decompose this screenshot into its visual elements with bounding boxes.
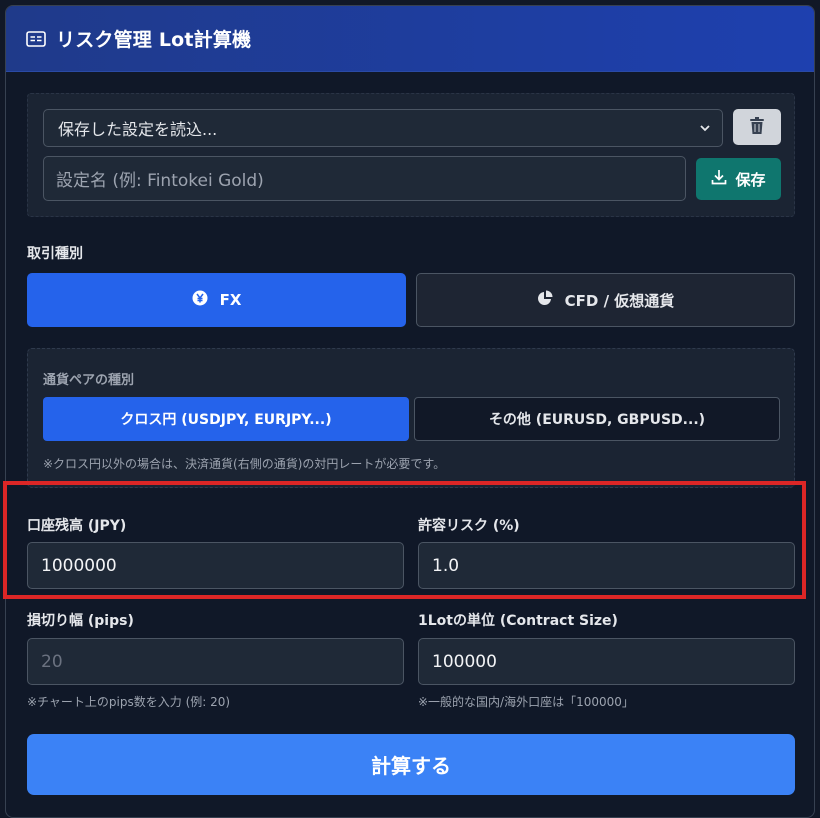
trade-type-fx-button[interactable]: FX <box>27 273 406 327</box>
pair-type-panel: 通貨ペアの種別 クロス円 (USDJPY, EURJPY...) その他 (EU… <box>27 348 795 488</box>
risk-value: 1.0 <box>432 555 460 576</box>
contract-size-value: 100000 <box>432 651 497 672</box>
contract-size-label: 1Lotの単位 (Contract Size) <box>418 613 618 629</box>
balance-value: 1000000 <box>41 555 117 576</box>
preset-name-input[interactable]: 設定名 (例: Fintokei Gold) <box>43 156 686 201</box>
trade-type-cfd-label: CFD / 仮想通貨 <box>564 291 675 310</box>
trade-type-label: 取引種別 <box>27 246 83 262</box>
stop-loss-placeholder: 20 <box>41 651 63 672</box>
risk-label: 許容リスク (%) <box>418 518 520 534</box>
pair-type-label: 通貨ペアの種別 <box>43 373 135 388</box>
stop-loss-input[interactable]: 20 <box>27 638 404 685</box>
download-icon <box>711 169 727 189</box>
save-preset-button[interactable]: 保存 <box>696 158 781 200</box>
contract-size-input[interactable]: 100000 <box>418 638 795 685</box>
stop-loss-hint: ※チャート上のpips数を入力 (例: 20) <box>27 695 231 709</box>
header: リスク管理 Lot計算機 <box>6 6 814 72</box>
trade-type-fx-label: FX <box>219 291 242 309</box>
balance-label: 口座残高 (JPY) <box>27 518 127 534</box>
preset-name-placeholder: 設定名 (例: Fintokei Gold) <box>56 171 264 191</box>
risk-input[interactable]: 1.0 <box>418 542 795 589</box>
page-title: リスク管理 Lot計算機 <box>56 29 252 51</box>
pair-type-other-button[interactable]: その他 (EURUSD, GBPUSD...) <box>414 397 780 441</box>
save-button-label: 保存 <box>735 170 766 189</box>
chevron-down-icon <box>698 120 712 134</box>
pie-chart-icon <box>537 290 553 310</box>
calculate-button[interactable]: 計算する <box>27 734 795 795</box>
delete-preset-button[interactable] <box>733 109 781 145</box>
contract-size-hint: ※一般的な国内/海外口座は「100000」 <box>418 695 634 709</box>
pair-type-cross-yen-button[interactable]: クロス円 (USDJPY, EURJPY...) <box>43 397 409 441</box>
preset-select[interactable]: 保存した設定を読込... <box>43 109 723 147</box>
stop-loss-label: 損切り幅 (pips) <box>27 613 134 629</box>
trash-icon <box>750 116 764 138</box>
pair-type-note: ※クロス円以外の場合は、決済通貨(右側の通貨)の対円レートが必要です。 <box>43 457 446 471</box>
preset-panel: 保存した設定を読込... 設定名 (例: Fintokei Gold) 保存 <box>27 93 795 217</box>
calculator-icon <box>26 30 46 47</box>
yen-icon <box>192 290 208 310</box>
preset-select-value: 保存した設定を読込... <box>58 120 218 139</box>
balance-input[interactable]: 1000000 <box>27 542 404 589</box>
trade-type-cfd-button[interactable]: CFD / 仮想通貨 <box>416 273 795 327</box>
calculator-card: リスク管理 Lot計算機 保存した設定を読込... 設定名 (例: Fintok… <box>5 5 815 818</box>
